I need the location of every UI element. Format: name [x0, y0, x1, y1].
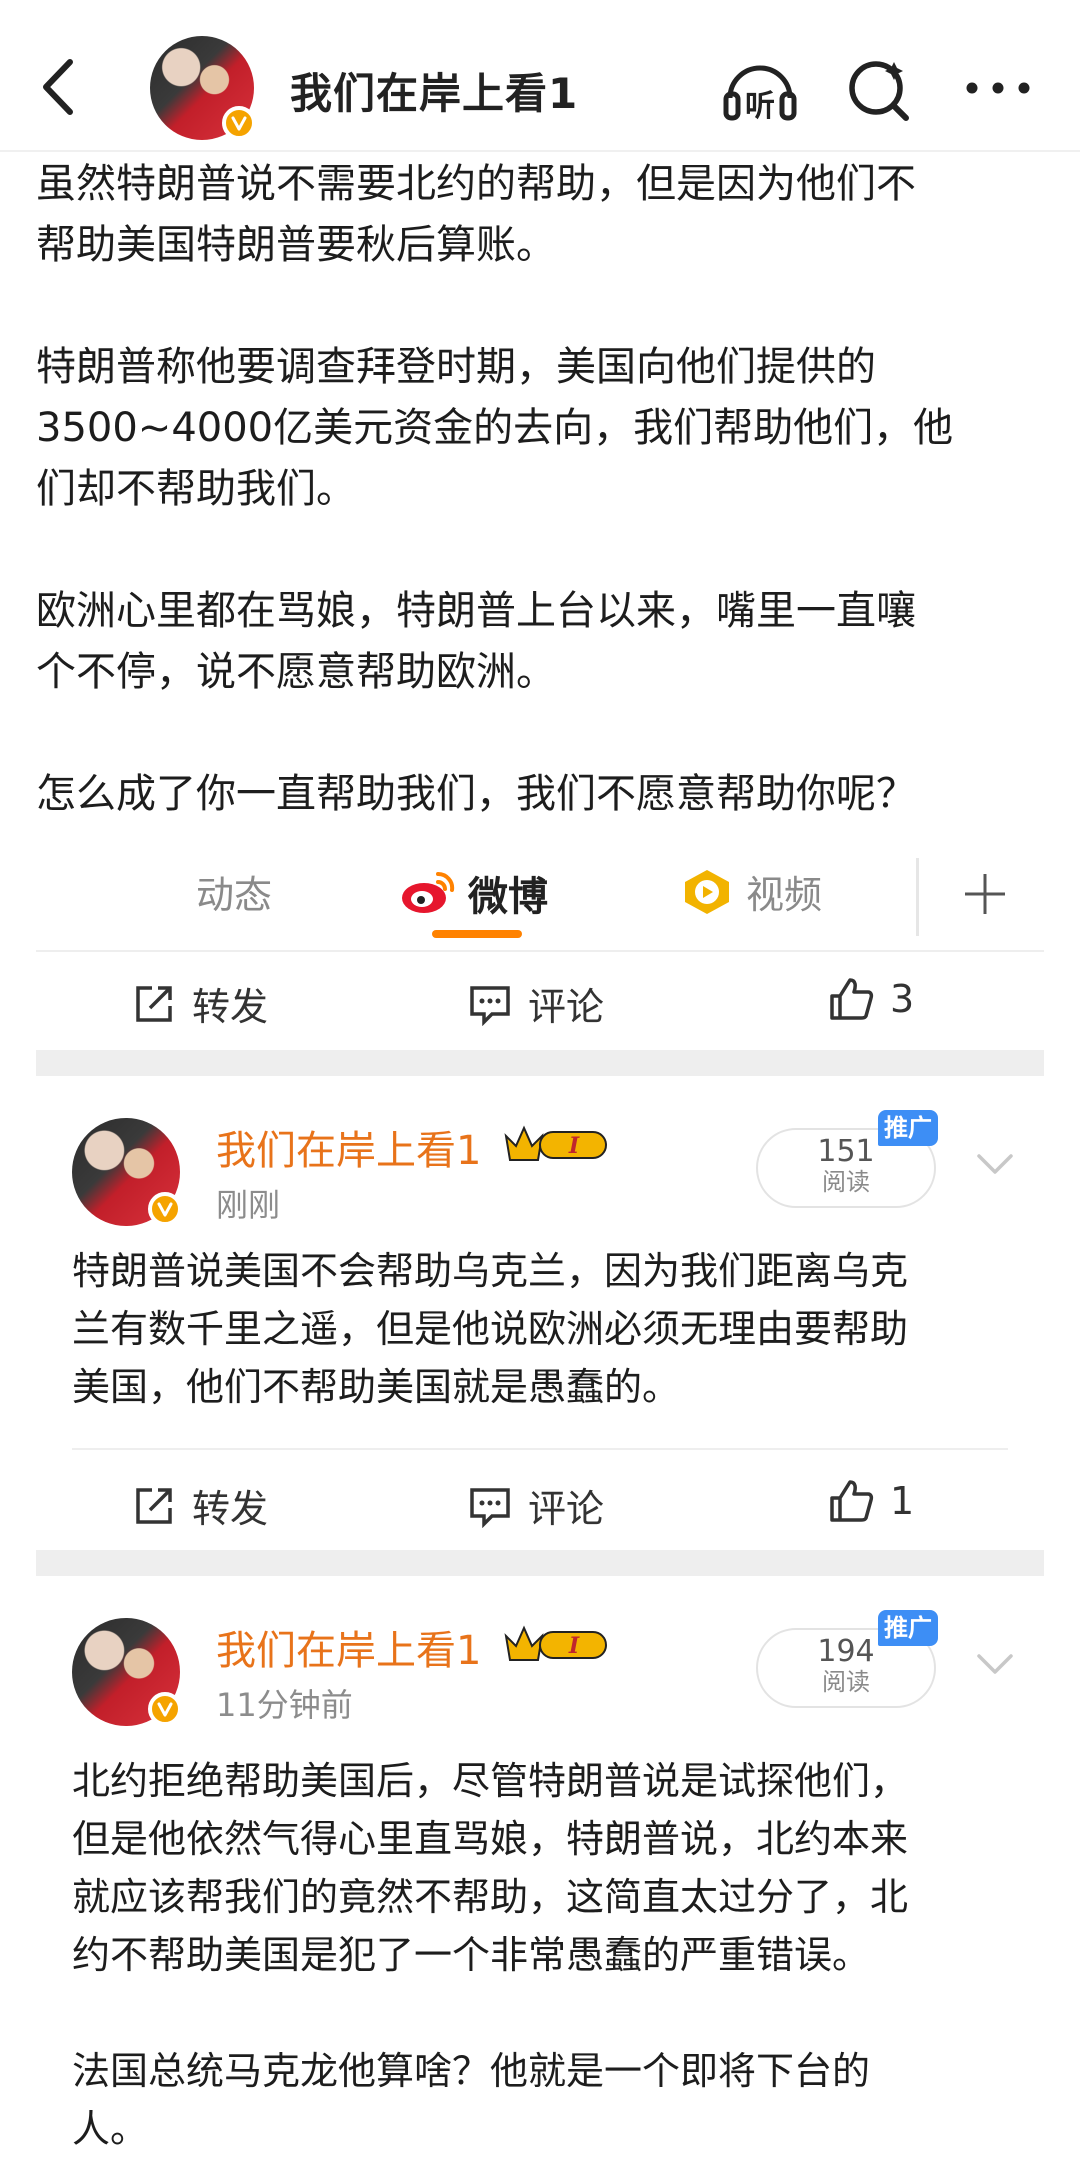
back-arrow-icon[interactable] — [30, 50, 90, 124]
repost-button[interactable]: 转发 — [132, 976, 268, 1031]
card-avatar[interactable] — [72, 1118, 182, 1226]
post-actions: 转发 评论 3 — [36, 950, 1044, 1060]
card-actions: 转发 评论 1 — [36, 1452, 1044, 1562]
level-badge-text: I — [568, 1133, 580, 1159]
tab-video[interactable]: 视频 — [680, 864, 822, 919]
section-separator — [36, 1050, 1044, 1076]
post-line: 们却不帮助我们。 — [36, 466, 356, 512]
post-line: 虽然特朗普说不需要北约的帮助，但是因为他们不 — [36, 161, 916, 207]
listen-icon-label: 听 — [745, 89, 775, 124]
card-line: 特朗普说美国不会帮助乌克兰，因为我们距离乌克 — [72, 1249, 909, 1293]
member-crown-icon: I — [504, 1125, 607, 1161]
weibo-profile-screen: 我们在岸上看1 听 虽然特朗普说不需要北约的帮助，但是因为他们不 帮助美国特朗普… — [0, 0, 1080, 2151]
comment-label: 评论 — [528, 985, 605, 1029]
author-name[interactable]: 我们在岸上看1 — [216, 1118, 481, 1176]
like-count: 3 — [890, 977, 915, 1021]
post-line: 欧洲心里都在骂娘，特朗普上台以来，嘴里一直嚷 — [36, 588, 916, 634]
verified-badge-icon — [148, 1692, 182, 1726]
card-content: 特朗普说美国不会帮助乌克兰，因为我们距离乌克 兰有数千里之遥，但是他说欧洲必须无… — [72, 1242, 1032, 1416]
card-line: 但是他依然气得心里直骂娘，特朗普说，北约本来 — [72, 1817, 909, 1861]
weibo-logo-icon — [402, 871, 455, 913]
active-tab-indicator — [432, 930, 522, 938]
top-bar: 我们在岸上看1 听 — [0, 0, 1080, 152]
author-name[interactable]: 我们在岸上看1 — [216, 1618, 481, 1676]
listen-icon[interactable]: 听 — [720, 50, 800, 130]
repost-label: 转发 — [192, 1487, 269, 1531]
more-icon[interactable] — [960, 50, 1040, 130]
search-icon[interactable] — [840, 50, 920, 130]
post-time: 11分钟前 — [216, 1686, 353, 1724]
tab-weibo-label: 微博 — [468, 874, 548, 920]
tab-video-label: 视频 — [746, 873, 823, 917]
tab-dynamic-label: 动态 — [196, 873, 273, 917]
card-divider — [72, 1448, 1008, 1450]
post-line: 个不停，说不愿意帮助欧洲。 — [36, 649, 556, 695]
promo-badge: 推广 — [878, 1610, 938, 1646]
level-badge-text: I — [568, 1633, 580, 1659]
verified-badge-icon — [222, 106, 256, 140]
card-line: 约不帮助美国是犯了一个非常愚蠢的严重错误。 — [72, 1933, 871, 1977]
card-line: 就应该帮我们的竟然不帮助，这简直太过分了，北 — [72, 1875, 909, 1919]
header-divider — [0, 150, 1080, 152]
repost-icon — [136, 1487, 172, 1524]
like-icon — [830, 978, 874, 1020]
profile-tabs: 动态 微博 视频 — [0, 850, 1080, 950]
post-content: 虽然特朗普说不需要北约的帮助，但是因为他们不 帮助美国特朗普要秋后算账。 特朗普… — [36, 154, 1046, 825]
comment-icon — [470, 985, 510, 1026]
profile-avatar[interactable] — [150, 36, 256, 140]
post-time: 刚刚 — [216, 1186, 281, 1224]
repost-button[interactable]: 转发 — [132, 1478, 268, 1533]
like-icon — [830, 1480, 874, 1522]
verified-badge-icon — [148, 1192, 182, 1226]
member-crown-icon: I — [504, 1625, 607, 1661]
comment-button[interactable]: 评论 — [468, 1478, 604, 1533]
add-tab-icon[interactable] — [955, 864, 1015, 924]
read-label: 阅读 — [822, 1668, 870, 1696]
card-content: 北约拒绝帮助美国后，尽管特朗普说是试探他们， 但是他依然气得心里直骂娘，特朗普说… — [72, 1752, 1032, 2158]
promo-badge: 推广 — [878, 1110, 938, 1146]
card-line: 兰有数千里之遥，但是他说欧洲必须无理由要帮助 — [72, 1307, 909, 1351]
chevron-down-icon[interactable] — [971, 1140, 1019, 1188]
feed-card[interactable]: 我们在岸上看1 I 11分钟前 194 阅读 推广 北约拒绝帮助美国后，尽管特朗… — [36, 1610, 1044, 2151]
card-avatar[interactable] — [72, 1618, 182, 1726]
video-icon — [685, 869, 729, 914]
tab-weibo[interactable]: 微博 — [398, 864, 548, 922]
like-count: 1 — [890, 1479, 915, 1523]
tab-dynamic[interactable]: 动态 — [196, 864, 272, 919]
comment-label: 评论 — [528, 1487, 605, 1531]
repost-label: 转发 — [192, 985, 269, 1029]
post-line: 特朗普称他要调查拜登时期，美国向他们提供的 — [36, 344, 876, 390]
card-line: 人。 — [72, 2107, 149, 2151]
feed-card[interactable]: 我们在岸上看1 I 刚刚 151 阅读 推广 特朗普说美国不会帮助乌克兰，因为我… — [36, 1110, 1044, 1448]
post-line: 帮助美国特朗普要秋后算账。 — [36, 222, 556, 268]
chevron-down-icon[interactable] — [971, 1640, 1019, 1688]
tab-divider — [916, 858, 919, 936]
card-line: 北约拒绝帮助美国后，尽管特朗普说是试探他们， — [72, 1759, 909, 1803]
page-title: 我们在岸上看1 — [290, 69, 579, 118]
like-button[interactable]: 3 — [828, 976, 914, 1022]
card-line: 美国，他们不帮助美国就是愚蠢的。 — [72, 1365, 681, 1409]
comment-icon — [470, 1487, 510, 1528]
like-button[interactable]: 1 — [828, 1478, 914, 1524]
section-separator — [36, 1550, 1044, 1576]
read-label: 阅读 — [822, 1168, 870, 1196]
post-line: 3500~4000亿美元资金的去向，我们帮助他们，他 — [36, 405, 954, 451]
card-line: 法国总统马克龙他算啥？他就是一个即将下台的 — [72, 2049, 871, 2093]
actions-divider — [36, 950, 1044, 952]
repost-icon — [136, 985, 172, 1022]
post-line: 怎么成了你一直帮助我们，我们不愿意帮助你呢？ — [36, 771, 916, 817]
comment-button[interactable]: 评论 — [468, 976, 604, 1031]
